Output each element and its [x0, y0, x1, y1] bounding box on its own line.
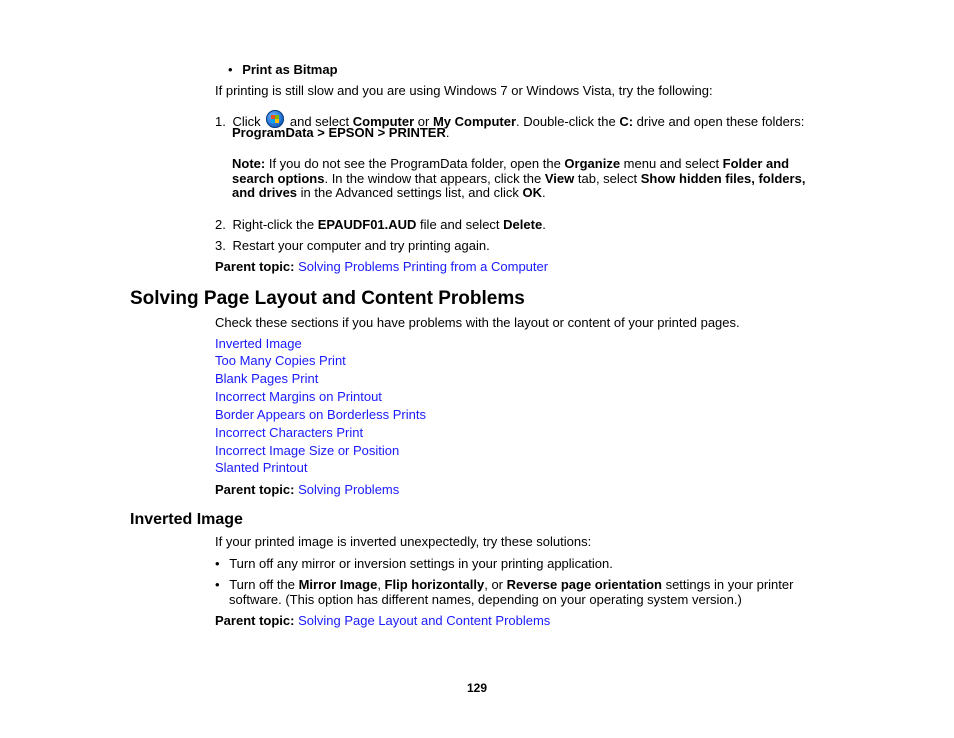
note-line-1: Note: If you do not see the ProgramData … — [232, 156, 789, 171]
note-bold: and drives — [232, 185, 298, 200]
note-text: If you do not see the ProgramData folder… — [265, 156, 565, 171]
section-title: Solving Page Layout and Content Problems — [130, 288, 525, 309]
note-bold: Folder and — [722, 156, 790, 171]
step-bold: Delete — [503, 217, 543, 232]
note-bold: Show hidden files, folders, — [640, 171, 806, 186]
bullet-text: settings in your printer — [661, 577, 794, 592]
parent-topic-link[interactable]: Solving Page Layout and Content Problems — [298, 613, 550, 628]
file-name: EPAUDF01.AUD — [317, 217, 417, 232]
note-line-3: and drives in the Advanced settings list… — [232, 185, 546, 200]
step-text: Restart your computer and try printing a… — [232, 238, 490, 253]
bullet-bold: Flip horizontally — [384, 577, 485, 592]
bullet-marker: • — [228, 62, 233, 77]
bullet-bold: Mirror Image — [298, 577, 378, 592]
subsection-intro: If your printed image is inverted unexpe… — [215, 534, 592, 549]
note-bold: Organize — [564, 156, 621, 171]
step-text: . — [445, 125, 450, 140]
note-bold: search options — [232, 171, 325, 186]
bullet-item: • Turn off the Mirror Image, Flip horizo… — [215, 577, 793, 592]
step-3: 3. Restart your computer and try printin… — [215, 238, 490, 253]
note-line-2: search options. In the window that appea… — [232, 171, 805, 186]
step-text: . — [542, 217, 546, 232]
step-2: 2. Right-click the EPAUDF01.AUD file and… — [215, 217, 546, 232]
bullet-bold: Reverse page orientation — [506, 577, 662, 592]
step-text: . Double-click the — [516, 114, 620, 129]
bullet-text: , — [377, 577, 385, 592]
subsection-title: Inverted Image — [130, 511, 243, 528]
note-text: . In the window that appears, click the — [324, 171, 545, 186]
section-intro: Check these sections if you have problem… — [215, 315, 740, 330]
step-number: 1. — [215, 114, 226, 129]
link-blank-pages[interactable]: Blank Pages Print — [215, 371, 318, 386]
step-number: 2. — [215, 217, 226, 232]
bullet-item: • Print as Bitmap — [228, 62, 338, 77]
bullet-text-line2: software. (This option has different nam… — [229, 592, 742, 607]
step-text: drive and open these folders: — [633, 114, 805, 129]
step-1-line2: ProgramData > EPSON > PRINTER. — [232, 125, 449, 140]
link-too-many-copies[interactable]: Too Many Copies Print — [215, 353, 346, 368]
link-slanted-printout[interactable]: Slanted Printout — [215, 460, 308, 475]
parent-topic-label: Parent topic: — [215, 482, 295, 497]
section-parent-topic: Parent topic: Solving Problems — [215, 482, 399, 497]
parent-topic-label: Parent topic: — [215, 259, 295, 274]
note-label: Note: — [232, 156, 266, 171]
intro-paragraph: If printing is still slow and you are us… — [215, 83, 713, 98]
bullet-item: • Turn off any mirror or inversion setti… — [215, 556, 613, 571]
parent-topic-link[interactable]: Solving Problems Printing from a Compute… — [298, 259, 548, 274]
link-border-appears[interactable]: Border Appears on Borderless Prints — [215, 407, 426, 422]
bullet-text: , or — [484, 577, 507, 592]
note-text: tab, select — [574, 171, 641, 186]
link-inverted-image[interactable]: Inverted Image — [215, 336, 302, 351]
step-number: 3. — [215, 238, 226, 253]
note-text: in the Advanced settings list, and click — [297, 185, 523, 200]
step-text: file and select — [416, 217, 504, 232]
parent-topic-label: Parent topic: — [215, 613, 295, 628]
note-text: menu and select — [620, 156, 723, 171]
link-incorrect-characters[interactable]: Incorrect Characters Print — [215, 425, 363, 440]
bullet-text: Print as Bitmap — [242, 62, 338, 77]
note-bold: OK — [522, 185, 543, 200]
step-bold: C: — [619, 114, 634, 129]
note-text: . — [542, 185, 546, 200]
bullet-text: Turn off the — [229, 577, 299, 592]
inverted-parent-topic: Parent topic: Solving Page Layout and Co… — [215, 613, 550, 628]
step-text: Right-click the — [232, 217, 318, 232]
note-bold: View — [544, 171, 575, 186]
bullet-text: Turn off any mirror or inversion setting… — [229, 556, 613, 571]
parent-topic-link[interactable]: Solving Problems — [298, 482, 399, 497]
bullet-marker: • — [215, 577, 220, 592]
bullet-marker: • — [215, 556, 220, 571]
folder-path: ProgramData > EPSON > PRINTER — [232, 125, 446, 140]
page-number: 129 — [466, 681, 488, 695]
parent-topic: Parent topic: Solving Problems Printing … — [215, 259, 548, 274]
link-incorrect-image-size[interactable]: Incorrect Image Size or Position — [215, 443, 399, 458]
link-incorrect-margins[interactable]: Incorrect Margins on Printout — [215, 389, 382, 404]
